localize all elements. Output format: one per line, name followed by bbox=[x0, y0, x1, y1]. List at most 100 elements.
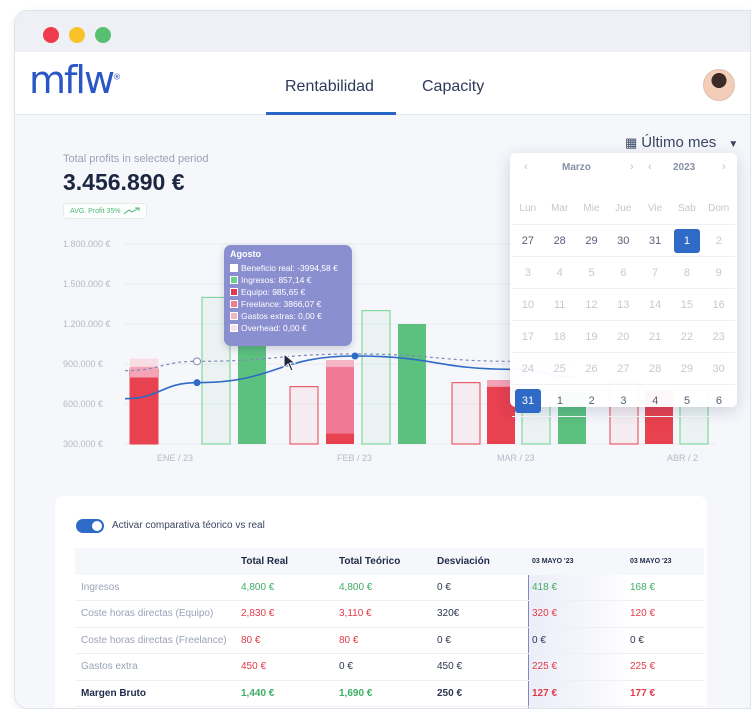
calendar-day[interactable]: 7 bbox=[639, 267, 671, 279]
table-cell: 450 € bbox=[241, 661, 267, 673]
close-window-button[interactable] bbox=[43, 27, 59, 43]
row-label: Coste horas directas (Freelance) bbox=[81, 634, 227, 646]
calendar-day[interactable]: 26 bbox=[576, 363, 608, 375]
calendar-day[interactable]: 30 bbox=[703, 363, 735, 375]
calendar-week-row: 24 25 26 27 28 29 30 bbox=[512, 353, 735, 384]
chart-tooltip: Agosto Beneficio real: -3994,58 € Ingreso… bbox=[224, 245, 352, 346]
calendar-day[interactable]: 2 bbox=[703, 235, 735, 247]
date-range-selector[interactable]: ▦ Último mes ▼ bbox=[625, 134, 738, 151]
app-header: mflw® Rentabilidad Capacity bbox=[15, 52, 750, 115]
calendar-day[interactable]: 3 bbox=[608, 395, 640, 407]
table-row: Coste horas directas (Freelance) 80 € 80 €… bbox=[75, 628, 704, 654]
calendar-day[interactable]: 28 bbox=[544, 235, 576, 247]
calendar-day[interactable]: 20 bbox=[607, 331, 639, 343]
calendar-day[interactable]: 1 bbox=[544, 395, 576, 407]
calendar-day[interactable]: 3 bbox=[512, 267, 544, 279]
calendar-day[interactable]: 17 bbox=[512, 331, 544, 343]
calendar-divider bbox=[512, 416, 735, 417]
table-cell: 450 € bbox=[437, 661, 463, 673]
calendar-day[interactable]: 9 bbox=[703, 267, 735, 279]
calendar-day[interactable]: 8 bbox=[671, 267, 703, 279]
calendar-day[interactable]: 1 bbox=[673, 228, 700, 253]
calendar-day[interactable]: 2 bbox=[576, 395, 608, 407]
calendar-day[interactable]: 29 bbox=[576, 235, 608, 247]
calendar-day[interactable]: 19 bbox=[576, 331, 608, 343]
app-logo[interactable]: mflw® bbox=[29, 58, 121, 102]
calendar-day[interactable]: 13 bbox=[607, 299, 639, 311]
tooltip-row-label: Overhead: 0,00 € bbox=[241, 323, 307, 333]
column-header[interactable]: 03 MAYO '23 bbox=[624, 558, 704, 565]
table-cell: 4,800 € bbox=[241, 581, 275, 593]
next-month-arrow-icon[interactable]: › bbox=[630, 161, 634, 173]
row-label: Margen Bruto bbox=[81, 687, 146, 699]
window-titlebar bbox=[15, 11, 750, 52]
calendar-week-row: 10 11 12 13 14 15 16 bbox=[512, 289, 735, 320]
calendar-day[interactable]: 16 bbox=[703, 299, 735, 311]
minimize-window-button[interactable] bbox=[69, 27, 85, 43]
table-cell: 1,690 € bbox=[339, 687, 373, 699]
stacked-bar-segment bbox=[130, 366, 158, 378]
calendar-day[interactable]: 15 bbox=[671, 299, 703, 311]
prev-month-arrow-icon[interactable]: ‹ bbox=[524, 161, 528, 173]
column-header[interactable]: Total Teórico bbox=[333, 556, 431, 567]
calendar-day[interactable]: 5 bbox=[576, 267, 608, 279]
legend-swatch bbox=[230, 300, 238, 308]
calendar-day[interactable]: 24 bbox=[512, 363, 544, 375]
calendar-day[interactable]: 25 bbox=[544, 363, 576, 375]
next-year-arrow-icon[interactable]: › bbox=[722, 161, 726, 173]
row-label: Coste horas directas (Equipo) bbox=[81, 608, 214, 620]
calendar-day[interactable]: 12 bbox=[576, 299, 608, 311]
date-picker-popup: ‹ Marzo › ‹ 2023 › Lun Mar Mie Jue Vie Sab Dom… bbox=[510, 153, 737, 417]
calendar-day[interactable]: 31 bbox=[639, 235, 671, 247]
prev-year-arrow-icon[interactable]: ‹ bbox=[648, 161, 652, 173]
table-row: Coste horas directas (Equipo) 2,830 € 3,11… bbox=[75, 601, 704, 628]
calendar-day[interactable]: 5 bbox=[671, 395, 703, 407]
calendar-day[interactable]: 6 bbox=[607, 267, 639, 279]
column-header[interactable]: 03 MAYO '23 bbox=[526, 558, 624, 565]
tooltip-row-label: Beneficio real: -3994,58 € bbox=[241, 263, 338, 273]
calendar-weekday-row: Lun Mar Mie Jue Vie Sab Dom bbox=[512, 193, 735, 224]
calendar-day[interactable]: 31 bbox=[515, 388, 541, 413]
table-row: Ingresos 4,800 € 4,800 € 0 € 418 € 168 € bbox=[75, 575, 704, 601]
calendar-day[interactable]: 14 bbox=[639, 299, 671, 311]
x-tick-label: MAR / 23 bbox=[497, 453, 535, 463]
app-window: mflw® Rentabilidad Capacity Total profit… bbox=[14, 10, 751, 709]
tooltip-row: Beneficio real: -3994,58 € bbox=[230, 262, 346, 274]
cost-outline-bar bbox=[451, 382, 481, 445]
calendar-day[interactable]: 30 bbox=[607, 235, 639, 247]
calendar-weekday: Dom bbox=[708, 203, 730, 214]
calendar-day[interactable]: 6 bbox=[703, 395, 735, 407]
calendar-year-label[interactable]: 2023 bbox=[673, 162, 695, 173]
maximize-window-button[interactable] bbox=[95, 27, 111, 43]
calendar-day[interactable]: 23 bbox=[703, 331, 735, 343]
table-cell: 320 € bbox=[532, 608, 558, 620]
calendar-week-row: 27 28 29 30 31 1 2 bbox=[512, 225, 735, 256]
column-header[interactable]: Desviación bbox=[431, 556, 526, 567]
calendar-day[interactable]: 27 bbox=[512, 235, 544, 247]
table-row: Margen Bruto 1,440 € 1,690 € 250 € 127 € 177 … bbox=[75, 681, 704, 707]
stacked-bar-segment bbox=[130, 377, 158, 444]
table-cell: 1,440 € bbox=[241, 687, 275, 699]
calendar-day[interactable]: 10 bbox=[512, 299, 544, 311]
column-header[interactable]: Total Real bbox=[235, 556, 333, 567]
calendar-day[interactable]: 4 bbox=[639, 395, 671, 407]
calendar-day[interactable]: 18 bbox=[544, 331, 576, 343]
calendar-day[interactable]: 27 bbox=[607, 363, 639, 375]
calendar-day[interactable]: 21 bbox=[639, 331, 671, 343]
calendar-weekday: Sab bbox=[677, 203, 696, 214]
avg-profit-text: AVG. Profit 35% bbox=[70, 207, 121, 215]
calendar-day[interactable]: 22 bbox=[671, 331, 703, 343]
tab-capacity[interactable]: Capacity bbox=[422, 78, 484, 96]
comparison-toggle[interactable] bbox=[76, 519, 104, 533]
calendar-day[interactable]: 11 bbox=[544, 299, 576, 311]
logo-registered-mark: ® bbox=[113, 72, 122, 82]
tooltip-row: Freelance: 3866,07 € bbox=[230, 298, 346, 310]
calendar-month-label[interactable]: Marzo bbox=[562, 162, 591, 173]
calendar-day[interactable]: 4 bbox=[544, 267, 576, 279]
comparison-table: Total Real Total Teórico Desviación 03 MAYO… bbox=[75, 548, 704, 707]
user-avatar[interactable] bbox=[703, 69, 735, 101]
stacked-bar-segment bbox=[326, 433, 354, 444]
tab-rentabilidad[interactable]: Rentabilidad bbox=[285, 78, 374, 96]
calendar-day[interactable]: 28 bbox=[639, 363, 671, 375]
calendar-day[interactable]: 29 bbox=[671, 363, 703, 375]
